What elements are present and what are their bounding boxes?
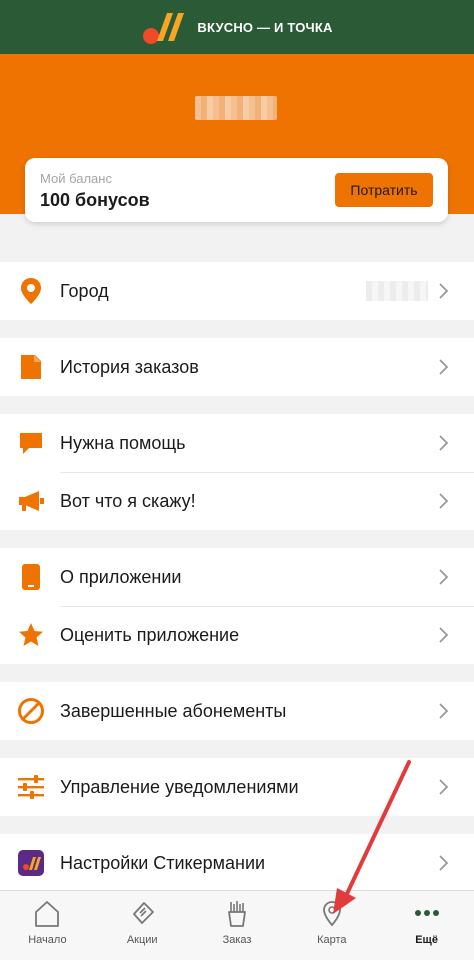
ticket-icon: [133, 902, 155, 924]
fries-icon: [228, 901, 246, 927]
menu-group-notifications: Управление уведомлениями: [0, 758, 474, 816]
phone-icon: [17, 563, 45, 591]
menu-item-about-app[interactable]: О приложении: [0, 548, 474, 606]
star-icon: [17, 621, 45, 649]
megaphone-icon: [17, 487, 45, 515]
chevron-right-icon: [439, 359, 449, 375]
chat-bubble-icon: [17, 429, 45, 457]
stickermania-app-icon: [17, 849, 45, 877]
chevron-right-icon: [439, 779, 449, 795]
tab-promos[interactable]: Акции: [95, 891, 190, 960]
location-pin-icon: [17, 277, 45, 305]
chevron-right-icon: [439, 493, 449, 509]
chevron-right-icon: [439, 569, 449, 585]
redacted-username: [195, 96, 277, 120]
menu-item-finished-subscriptions[interactable]: Завершенные абонементы: [0, 682, 474, 740]
menu-item-rate-app[interactable]: Оценить приложение: [0, 606, 474, 664]
balance-card: Мой баланс 100 бонусов Потратить: [25, 158, 448, 222]
home-icon: [35, 901, 60, 927]
menu-item-label: Вот что я скажу!: [60, 490, 196, 511]
menu-item-label: Город: [60, 280, 109, 301]
menu-item-notification-settings[interactable]: Управление уведомлениями: [0, 758, 474, 816]
menu-item-need-help[interactable]: Нужна помощь: [0, 414, 474, 472]
balance-label: Мой баланс: [40, 171, 112, 186]
chevron-right-icon: [439, 435, 449, 451]
menu-item-label: Настройки Стикермании: [60, 852, 266, 873]
bottom-tab-bar: Начало Акции Заказ Карта Ещё: [0, 890, 474, 960]
sliders-icon: [17, 773, 45, 801]
menu-group-city: Город: [0, 262, 474, 320]
tab-label: Акции: [126, 934, 158, 946]
tab-map[interactable]: Карта: [284, 891, 379, 960]
menu-group-orders: История заказов: [0, 338, 474, 396]
menu-item-label: История заказов: [60, 356, 199, 377]
menu-item-feedback[interactable]: Вот что я скажу!: [0, 472, 474, 530]
brand: ВКУСНО — И ТОЧКА: [141, 7, 332, 47]
chevron-right-icon: [439, 855, 449, 871]
receipt-icon: [17, 353, 45, 381]
menu-item-label: Управление уведомлениями: [60, 776, 299, 797]
menu-group-support: Нужна помощь Вот что я скажу!: [0, 414, 474, 530]
chevron-right-icon: [439, 283, 449, 299]
menu-item-order-history[interactable]: История заказов: [0, 338, 474, 396]
prohibited-icon: [17, 697, 45, 725]
menu-group-subscriptions: Завершенные абонементы: [0, 682, 474, 740]
map-pin-icon: [322, 901, 341, 927]
tab-order[interactable]: Заказ: [190, 891, 285, 960]
spend-button[interactable]: Потратить: [335, 173, 433, 207]
redacted-city-value: [366, 281, 428, 301]
tab-label: Начало: [28, 934, 67, 946]
tab-more[interactable]: Ещё: [379, 891, 474, 960]
menu-item-city[interactable]: Город: [0, 262, 474, 320]
tab-label: Карта: [317, 934, 347, 946]
menu-group-stickermania: Настройки Стикермании: [0, 834, 474, 892]
top-bar: ВКУСНО — И ТОЧКА: [0, 0, 474, 54]
menu-item-label: Завершенные абонементы: [60, 700, 287, 721]
menu-group-app: О приложении Оценить приложение: [0, 548, 474, 664]
balance-value: 100 бонусов: [40, 190, 150, 210]
menu-item-stickermania-settings[interactable]: Настройки Стикермании: [0, 834, 474, 892]
tab-label: Ещё: [415, 934, 438, 946]
chevron-right-icon: [439, 627, 449, 643]
menu-item-label: О приложении: [60, 566, 182, 587]
tab-label: Заказ: [222, 934, 252, 946]
more-dots-icon: [414, 910, 439, 916]
brand-logo-icon: [143, 13, 185, 44]
menu-item-label: Оценить приложение: [60, 624, 240, 645]
chevron-right-icon: [439, 703, 449, 719]
tab-home[interactable]: Начало: [0, 891, 95, 960]
menu-item-label: Нужна помощь: [60, 432, 186, 453]
brand-name: ВКУСНО — И ТОЧКА: [197, 19, 333, 35]
